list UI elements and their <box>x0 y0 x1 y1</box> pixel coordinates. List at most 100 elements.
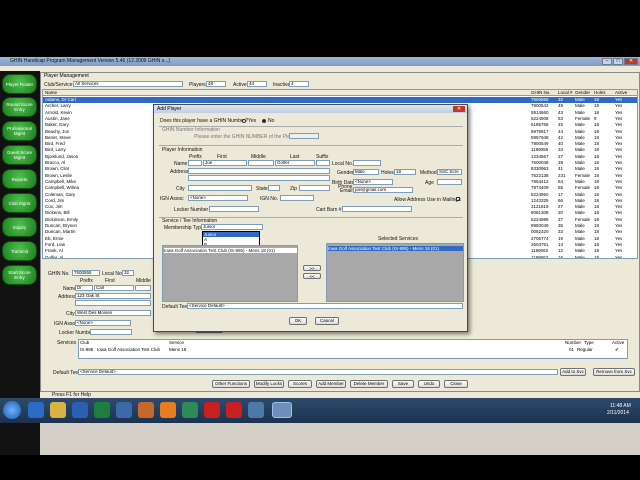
header-holes[interactable]: Holes <box>594 90 606 95</box>
powerpoint-icon[interactable] <box>138 402 154 418</box>
dlg-prefix-field[interactable] <box>188 160 202 166</box>
active-count: 44 <box>247 81 267 87</box>
sidebar-item-professional-mgmt[interactable]: Professional Mgmt <box>2 121 37 141</box>
undo-button[interactable]: Undo <box>418 380 440 388</box>
dialog-close-icon[interactable]: ✕ <box>453 106 465 112</box>
close-form-button[interactable]: Close <box>444 380 468 388</box>
header-active[interactable]: Active <box>615 90 627 95</box>
scores-button[interactable]: Scores <box>288 380 312 388</box>
detail-locker-field[interactable] <box>90 329 132 335</box>
cell-holes: 18 <box>594 235 600 241</box>
dlg-zip-field[interactable] <box>299 185 330 191</box>
detail-address-field[interactable]: 123 Oak St <box>75 293 151 299</box>
sidebar-item-club-mgmt[interactable]: Club Mgmt <box>2 193 37 213</box>
svc-number[interactable]: 01 <box>569 347 574 352</box>
maximize-button[interactable]: □ <box>613 58 623 65</box>
dlg-birth-select[interactable]: <None> <box>353 179 393 185</box>
header-ghin[interactable]: GHIN No. <box>531 90 551 95</box>
detail-city-label: City <box>66 311 75 317</box>
svc-service[interactable]: Mens 18 <box>169 347 186 352</box>
detail-prefix-field[interactable]: Dr <box>75 285 93 291</box>
ghin-yes-radio[interactable] <box>242 119 246 123</box>
club-service-select[interactable]: All Services <box>73 81 183 87</box>
dlg-email-label: Email <box>340 188 353 194</box>
svc-club-name[interactable]: Iowa Golf Association Test Club <box>97 347 160 352</box>
sidebar-item-guest-score-mgmt[interactable]: Guest Score Mgmt <box>2 145 37 165</box>
dlg-gender-select[interactable]: Male <box>353 169 379 175</box>
detail-default-tee-select[interactable]: <Service Default> <box>78 369 558 375</box>
dlg-locker-field[interactable] <box>209 206 259 212</box>
dlg-state-field[interactable] <box>268 185 280 191</box>
folder-icon[interactable] <box>50 402 66 418</box>
dlg-address2-field[interactable] <box>188 175 330 181</box>
dlg-ign-assoc-select[interactable]: <None> <box>188 195 248 201</box>
delete-member-button[interactable]: Delete Member <box>350 380 388 388</box>
ghin-no-radio[interactable] <box>262 119 266 123</box>
detail-first-field[interactable]: Carl <box>94 285 134 291</box>
close-button[interactable]: ✕ <box>624 58 638 65</box>
start-button[interactable] <box>3 401 21 419</box>
firefox-icon[interactable] <box>160 402 176 418</box>
add-to-svc-button[interactable]: Add to Svc <box>560 368 586 376</box>
sidebar-item-start-score-entry[interactable]: Start Score Entry <box>2 265 37 285</box>
dlg-cart-field[interactable] <box>342 206 412 212</box>
word-icon[interactable] <box>72 402 88 418</box>
ghin-app-taskbar-icon[interactable] <box>272 402 292 418</box>
detail-ign-select[interactable]: <None> <box>75 320 131 326</box>
svc-active[interactable]: ✔ <box>615 347 619 353</box>
detail-city-field[interactable]: West Des Moines <box>75 310 151 316</box>
dlg-city-field[interactable] <box>188 185 252 191</box>
dlg-local-no-field[interactable] <box>353 160 381 166</box>
sidebar-item-round-score-entry[interactable]: Round Score Entry <box>2 97 37 117</box>
pdf-icon[interactable] <box>204 402 220 418</box>
dlg-email-field[interactable]: joe@gmail.com <box>353 187 413 193</box>
cell-active: Yes <box>615 172 623 178</box>
enter-ghin-field[interactable] <box>289 133 319 139</box>
svc-type[interactable]: Regular <box>577 347 593 352</box>
cell-active: Yes <box>615 141 623 147</box>
ok-button[interactable]: OK <box>289 317 307 325</box>
selected-service-item[interactable]: Iowa Golf Association Test Club (IS-995)… <box>328 246 463 251</box>
other-functions-button[interactable]: Other Functions <box>212 380 250 388</box>
sidebar-item-player-roster[interactable]: Player Roster <box>2 74 37 94</box>
outlook-icon[interactable] <box>116 402 132 418</box>
cell-ghin: 8330963 <box>531 166 549 172</box>
ghin-field[interactable]: 7500555 <box>72 270 100 276</box>
add-member-button[interactable]: Add Member <box>316 380 346 388</box>
sidebar-item-reports[interactable]: Reports <box>2 169 37 189</box>
app-icon[interactable] <box>248 402 264 418</box>
pdf2-icon[interactable] <box>226 402 242 418</box>
available-service-item[interactable]: Iowa Golf Association Test Club (IS-995)… <box>164 248 297 253</box>
dlg-last-field[interactable]: Golfer <box>275 160 315 166</box>
detail-address2-field[interactable] <box>75 300 151 306</box>
header-name[interactable]: Name <box>45 90 57 95</box>
remove-from-svc-button[interactable]: Remove from Svc <box>593 368 635 376</box>
sidebar-item-inquiry[interactable]: Inquiry <box>2 217 37 237</box>
dlg-address-field[interactable] <box>188 168 330 174</box>
ie-icon[interactable] <box>28 402 44 418</box>
minimize-button[interactable]: – <box>602 58 612 65</box>
cancel-button[interactable]: Cancel <box>315 317 339 325</box>
local-field[interactable]: 32 <box>122 270 134 276</box>
dlg-suffix-field[interactable] <box>316 160 330 166</box>
save-button[interactable]: Save <box>392 380 414 388</box>
svc-club[interactable]: IS-995 <box>80 347 93 352</box>
add-service-arrow[interactable]: >> <box>303 265 321 271</box>
header-local[interactable]: Local # <box>558 90 573 95</box>
remove-service-arrow[interactable]: << <box>303 273 321 279</box>
dlg-ign-no-field[interactable] <box>280 195 314 201</box>
dlg-method-select[interactable]: SSC Scre <box>437 169 462 175</box>
dlg-default-tee-select[interactable]: <Service Default> <box>187 303 463 309</box>
excel-icon[interactable] <box>94 402 110 418</box>
sidebar-item-transmit[interactable]: Transmit <box>2 241 37 261</box>
dlg-first-field[interactable]: Joe <box>203 160 247 166</box>
dlg-middle-field[interactable] <box>248 160 274 166</box>
dlg-allow-address-checkbox[interactable]: ✓ <box>456 197 460 202</box>
detail-middle-field[interactable] <box>135 285 151 291</box>
dlg-holes-select[interactable]: 18 <box>394 169 416 175</box>
header-gender[interactable]: Gender <box>575 90 590 95</box>
golf-app-icon[interactable] <box>182 402 198 418</box>
membership-select[interactable]: Junior <box>201 224 263 230</box>
table-row[interactable]: Adams, Dr Carl 7500555 32 Male 18 Yes <box>43 97 637 103</box>
modify-locks-button[interactable]: Modify Locks <box>254 380 284 388</box>
